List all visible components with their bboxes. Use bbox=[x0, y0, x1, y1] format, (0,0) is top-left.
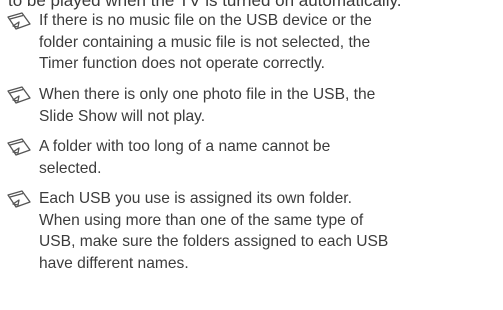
note-line: Timer function does not operate correctl… bbox=[39, 55, 326, 72]
note-line: A folder with too long of a name cannot … bbox=[39, 138, 331, 155]
note-text: If there is no music file on the USB dev… bbox=[39, 10, 499, 75]
note-pencil-icon bbox=[7, 138, 31, 156]
note-line: selected. bbox=[39, 159, 102, 177]
note-text: A folder with too long of a name cannot … bbox=[39, 136, 499, 179]
note-line: If there is no music file on the USB dev… bbox=[39, 12, 372, 29]
note-line: have different names. bbox=[39, 254, 189, 272]
note-line: USB, make sure the folders assigned to e… bbox=[39, 233, 389, 250]
note-line: When using more than one of the same typ… bbox=[39, 211, 364, 229]
note-text: When there is only one photo file in the… bbox=[39, 84, 499, 127]
note-text: Each USB you use is assigned its own fol… bbox=[39, 188, 499, 274]
note-line: folder containing a music file is not se… bbox=[39, 33, 371, 51]
note-pencil-icon bbox=[7, 12, 31, 30]
note-line: Each USB you use is assigned its own fol… bbox=[39, 190, 352, 207]
note-pencil-icon bbox=[7, 86, 31, 104]
note-line: Slide Show will not play. bbox=[39, 107, 206, 125]
note-pencil-icon bbox=[7, 190, 31, 208]
note-line: When there is only one photo file in the… bbox=[39, 86, 376, 103]
